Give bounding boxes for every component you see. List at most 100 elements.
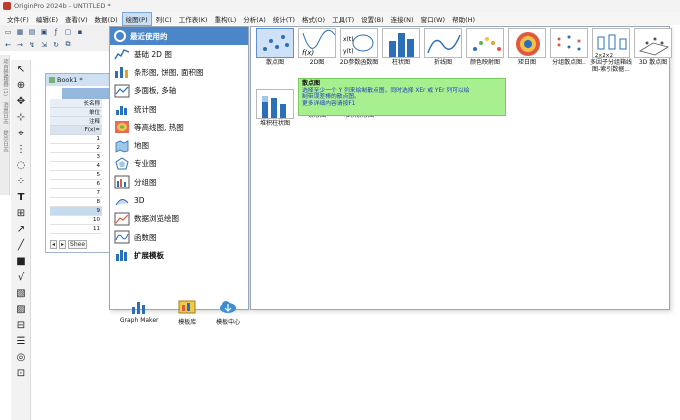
menu-file[interactable]: 文件(F) — [4, 13, 32, 25]
menu-help[interactable]: 帮助(H) — [449, 13, 478, 25]
row-comments[interactable]: 注释 — [50, 117, 102, 126]
graph-maker-button[interactable]: Graph Maker — [120, 299, 158, 326]
menu-statistics[interactable]: 统计(T) — [270, 13, 298, 25]
plot-menu-item-browser-plot[interactable]: 数据浏览绘图 — [110, 210, 248, 228]
equation-icon[interactable]: √ — [12, 270, 30, 284]
menu-view[interactable]: 查看(V) — [62, 13, 91, 25]
plot-menu-item-bar-pie-area[interactable]: 条形图, 饼图, 面积图 — [110, 63, 248, 81]
export-icon[interactable]: ⇲ — [39, 40, 49, 50]
side-tab-hint-log[interactable]: 提示日志 — [1, 130, 9, 152]
gallery-grouped-scatter[interactable]: 分组散点图.. — [548, 28, 590, 66]
crosshair-icon[interactable]: ⊹ — [12, 110, 30, 124]
menu-edit[interactable]: 编辑(E) — [33, 13, 61, 25]
row-number[interactable]: 3 — [50, 153, 102, 162]
template-center-button[interactable]: 模板中心 — [216, 299, 240, 326]
row-fx[interactable]: F(x)= — [50, 126, 102, 135]
side-tab-message-log[interactable]: 消息日志 — [1, 102, 9, 124]
plot-menu-item-multi-panel[interactable]: 多面板, 多轴 — [110, 82, 248, 100]
row-number[interactable]: 4 — [50, 162, 102, 171]
merge-icon[interactable]: ⊟ — [12, 318, 30, 332]
menu-worksheet[interactable]: 工作表(K) — [176, 13, 211, 25]
menu-column[interactable]: 列(C) — [153, 13, 175, 25]
draw-data-icon[interactable]: ◌ — [12, 158, 30, 172]
row-number[interactable]: 8 — [50, 198, 102, 207]
mask-icon[interactable]: ⁘ — [12, 174, 30, 188]
open-icon[interactable]: ▢ — [63, 27, 73, 37]
menu-settings[interactable]: 设置(B) — [358, 13, 387, 25]
gallery-multi-factor-box[interactable]: 2×2×2 多因子分组箱线图-索引数据... — [590, 28, 632, 73]
row-number[interactable]: 5 — [50, 171, 102, 180]
sheet-first-icon[interactable]: ◂ — [50, 240, 58, 249]
pointer-icon[interactable]: ↖ — [12, 62, 30, 76]
row-number[interactable]: 2 — [50, 144, 102, 153]
workbook-window[interactable]: Book1 * 长名称 单位 注释 F(x)= 1 2 3 4 5 6 7 8 … — [45, 73, 117, 253]
object-icon[interactable]: ⊡ — [12, 366, 30, 380]
image-icon[interactable]: ▧ — [12, 286, 30, 300]
redo-icon[interactable]: → — [15, 40, 25, 50]
menu-format[interactable]: 格式(O) — [299, 13, 328, 25]
plot-menu-item-templates[interactable]: 扩展模板 — [110, 246, 248, 264]
plot-menu-item-grouped[interactable]: 分组图 — [110, 173, 248, 191]
row-number[interactable]: 6 — [50, 180, 102, 189]
side-tab-project-explorer[interactable]: 项目管理器 (1) — [1, 59, 9, 96]
menu-window[interactable]: 窗口(W) — [418, 13, 449, 25]
menu-connect[interactable]: 连接(N) — [388, 13, 417, 25]
sheet-grid[interactable]: 长名称 单位 注释 F(x)= 1 2 3 4 5 6 7 8 9 10 11 — [50, 88, 114, 234]
plot-menu-item-basic-2d[interactable]: 基础 2D 图 — [110, 45, 248, 63]
gallery-3d-scatter[interactable]: 3D 散点图 — [632, 28, 674, 66]
plot-menu-recent[interactable]: 最近使用的 — [110, 27, 248, 45]
column-header[interactable] — [62, 88, 114, 99]
new-function-icon[interactable]: ƒ — [51, 27, 61, 37]
menu-data[interactable]: 数据(D) — [92, 13, 121, 25]
gallery-colormap[interactable]: 颜色映射图 — [464, 28, 506, 66]
new-graph-icon[interactable]: ▤ — [27, 27, 37, 37]
row-number[interactable]: 7 — [50, 189, 102, 198]
gallery-column[interactable]: 柱状图 — [380, 28, 422, 66]
gallery-sunburst[interactable]: 矩日图 — [506, 28, 548, 66]
plot-menu-item-3d[interactable]: 3D — [110, 191, 248, 209]
menu-plot[interactable]: 绘图(P) — [121, 11, 152, 26]
plot-menu-item-map[interactable]: 地图 — [110, 136, 248, 154]
plot-menu-item-function[interactable]: 函数图 — [110, 228, 248, 246]
zoom-icon[interactable]: ⊕ — [12, 78, 30, 92]
plot-menu-item-contour[interactable]: 等高线图, 热图 — [110, 118, 248, 136]
sheet-tab[interactable]: Shee — [68, 240, 88, 249]
menu-tools[interactable]: 工具(T) — [329, 13, 357, 25]
gallery-scatter[interactable]: 散点图 — [254, 28, 296, 66]
undo-icon[interactable]: ← — [3, 40, 13, 50]
workbook-title-bar[interactable]: Book1 * — [46, 74, 116, 86]
gallery-2d-parametric[interactable]: x(t) y(t) 2D参数函数图 — [338, 28, 380, 66]
line-tool-icon[interactable]: ╱ — [12, 238, 30, 252]
text-tool-icon[interactable]: T — [12, 190, 30, 204]
list-icon[interactable]: ☰ — [12, 334, 30, 348]
menu-reshape[interactable]: 重构(L) — [212, 13, 240, 25]
plot-menu-item-specialized[interactable]: 专业图 — [110, 155, 248, 173]
import-icon[interactable]: ↯ — [27, 40, 37, 50]
new-matrix-icon[interactable]: ▣ — [39, 27, 49, 37]
region-icon[interactable]: ▨ — [12, 302, 30, 316]
row-number[interactable]: 10 — [50, 216, 102, 225]
template-library-button[interactable]: 模板库 — [178, 299, 196, 326]
row-number[interactable]: 1 — [50, 135, 102, 144]
gallery-line[interactable]: 折线图 — [422, 28, 464, 66]
refresh-icon[interactable]: ↻ — [51, 40, 61, 50]
table-icon[interactable]: ⊞ — [12, 206, 30, 220]
menu-analysis[interactable]: 分析(A) — [240, 13, 269, 25]
gallery-stacked-column[interactable]: 堆积柱状图 — [254, 89, 296, 127]
screen-reader-icon[interactable]: ⌖ — [12, 126, 30, 140]
arrow-tool-icon[interactable]: ↗ — [12, 222, 30, 236]
new-workbook-icon[interactable]: ▦ — [15, 27, 25, 37]
sheet-last-icon[interactable]: ▸ — [59, 240, 67, 249]
row-units[interactable]: 单位 — [50, 108, 102, 117]
duplicate-icon[interactable]: ⧉ — [63, 40, 73, 50]
plot-menu-item-statistics[interactable]: 统计图 — [110, 100, 248, 118]
gallery-2d[interactable]: f(x) 2D图 — [296, 28, 338, 66]
save-icon[interactable]: ▪ — [75, 27, 85, 37]
row-number-selected[interactable]: 9 — [50, 207, 102, 216]
data-selector-icon[interactable]: ⋮ — [12, 142, 30, 156]
rectangle-tool-icon[interactable]: ■ — [12, 254, 30, 268]
layer-icon[interactable]: ◎ — [12, 350, 30, 364]
new-project-icon[interactable]: ▭ — [3, 27, 13, 37]
scroll-icon[interactable]: ✥ — [12, 94, 30, 108]
row-long-name[interactable]: 长名称 — [50, 99, 102, 108]
